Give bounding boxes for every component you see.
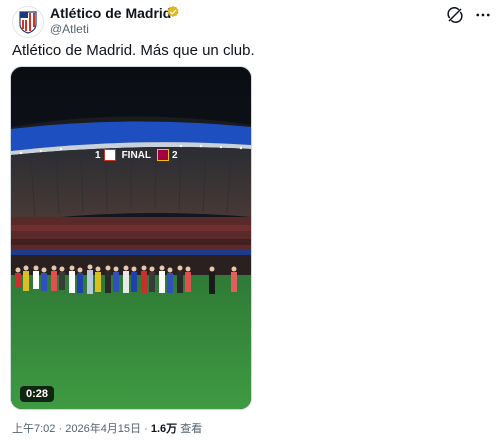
verified-badge-icon (167, 5, 179, 17)
views-label: 查看 (180, 423, 203, 435)
scoreboard: 1 FINAL 2 (95, 149, 178, 161)
grok-icon[interactable] (446, 6, 464, 24)
atletico-crest-icon (19, 11, 37, 34)
display-name[interactable]: Atlético de Madrid (50, 5, 171, 21)
tweet-time[interactable]: 上午7:02 (12, 423, 55, 435)
video-duration: 0:28 (20, 386, 55, 402)
tweet-date[interactable]: 2026年4月15日 (65, 423, 141, 435)
away-score: 2 (172, 149, 178, 161)
tweet-meta: 上午7:02 · 2026年4月15日 · 1.6万 查看 (12, 420, 202, 436)
more-options-icon[interactable] (474, 6, 492, 24)
meta-separator: · (144, 423, 148, 435)
meta-separator: · (58, 423, 63, 435)
avatar[interactable] (12, 6, 44, 38)
home-score: 1 (95, 149, 101, 161)
stadium-video-frame (11, 67, 251, 409)
handle[interactable]: @Atleti (50, 22, 89, 36)
tweet-text: Atlético de Madrid. Más que un club. (12, 42, 255, 59)
video-player[interactable]: 1 FINAL 2 (10, 66, 252, 410)
home-crest-icon (103, 149, 116, 161)
scoreboard-label: FINAL (121, 149, 152, 161)
away-crest-icon (157, 149, 170, 161)
views-count: 1.6万 (150, 423, 178, 435)
